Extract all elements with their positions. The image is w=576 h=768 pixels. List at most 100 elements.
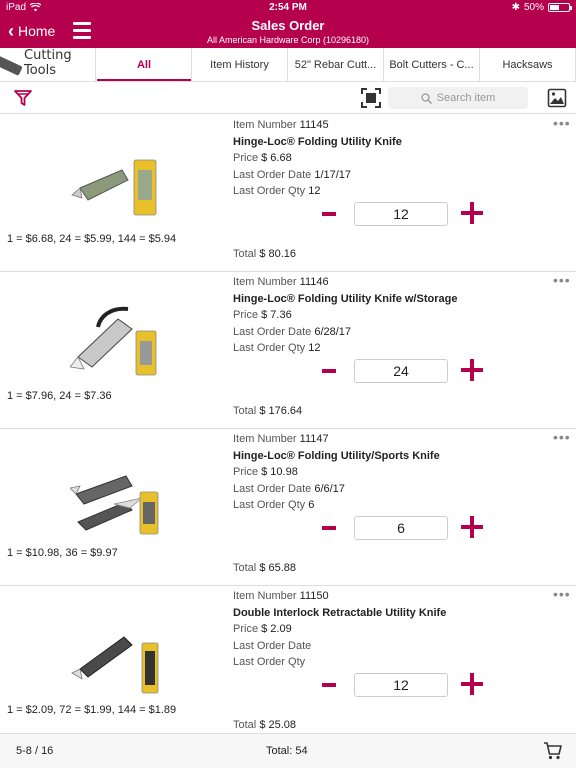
price-label: Price	[233, 466, 259, 479]
search-icon	[420, 92, 432, 104]
item-number: 11145	[299, 119, 329, 131]
product-image[interactable]	[70, 454, 170, 544]
total-label: Total	[233, 562, 257, 574]
item-row: 1 = $6.68, 24 = $5.99, 144 = $5.94 Item …	[0, 115, 576, 272]
item-price: $ 6.68	[261, 152, 292, 165]
quantity-input[interactable]	[354, 202, 448, 226]
price-label: Price	[233, 623, 259, 636]
quantity-input[interactable]	[354, 359, 448, 383]
tab-hacksaws[interactable]: Hacksaws	[480, 48, 576, 81]
last-order-qty: 12	[308, 342, 321, 355]
last-order-date-label: Last Order Date	[233, 639, 312, 652]
item-name: Hinge-Loc® Folding Utility/Sports Knife	[233, 449, 440, 462]
item-name: Double Interlock Retractable Utility Kni…	[233, 606, 447, 619]
decrease-quantity-button[interactable]	[322, 518, 336, 538]
bluetooth-icon: ✱	[511, 2, 520, 13]
category-label-line2: Tools	[24, 63, 57, 78]
item-total: Total $ 65.88	[233, 562, 296, 574]
image-toggle-icon[interactable]	[547, 88, 567, 108]
item-number-label: Item Number	[233, 119, 297, 131]
increase-quantity-button[interactable]	[461, 202, 483, 224]
total-label: Total	[233, 405, 257, 417]
product-image[interactable]	[70, 297, 170, 387]
last-order-qty-label: Last Order Qty	[233, 499, 306, 512]
last-order-qty: 6	[308, 499, 315, 512]
battery-fill	[550, 5, 559, 10]
item-row: 1 = $7.96, 24 = $7.36 Item Number 11146 …	[0, 272, 576, 429]
status-bar: iPad 2:54 PM ✱ 50%	[0, 0, 576, 16]
cart-icon[interactable]	[543, 741, 563, 761]
increase-quantity-button[interactable]	[461, 359, 483, 381]
item-total: Total $ 176.64	[233, 405, 302, 417]
last-order-date: 6/28/17	[314, 325, 352, 338]
page-title: Sales Order	[251, 18, 325, 33]
product-image[interactable]	[70, 611, 170, 701]
customer-subtitle: All American Hardware Corp (10296180)	[206, 35, 370, 45]
item-name: Hinge-Loc® Folding Utility Knife w/Stora…	[233, 292, 458, 305]
item-info: Item Number 11150 Double Interlock Retra…	[233, 588, 446, 671]
quantity-input[interactable]	[354, 516, 448, 540]
item-price: $ 7.36	[261, 309, 292, 322]
item-number-label: Item Number	[233, 590, 297, 602]
quantity-input[interactable]	[354, 673, 448, 697]
item-row: 1 = $2.09, 72 = $1.99, 144 = $1.89 Item …	[0, 586, 576, 733]
last-order-date: 6/6/17	[314, 482, 345, 495]
last-order-qty-label: Last Order Qty	[233, 342, 306, 355]
item-number: 11147	[299, 433, 329, 445]
total-label: Total	[233, 248, 257, 260]
search-input[interactable]: Search item	[388, 87, 528, 109]
item-info: Item Number 11146 Hinge-Loc® Folding Uti…	[233, 274, 457, 357]
category-logo[interactable]: Cutting Tools	[0, 48, 96, 81]
tab-bolt-cutters[interactable]: Bolt Cutters - C...	[384, 48, 480, 81]
barcode-scan-icon[interactable]	[361, 88, 381, 108]
tab-item-history[interactable]: Item History	[192, 48, 288, 81]
item-number-label: Item Number	[233, 433, 297, 445]
order-total: Total: 54	[266, 745, 308, 757]
item-row: 1 = $10.98, 36 = $9.97 Item Number 11147…	[0, 429, 576, 586]
filter-icon[interactable]	[13, 88, 33, 108]
decrease-quantity-button[interactable]	[322, 361, 336, 381]
footer-bar: 5-8 / 16 Total: 54	[0, 733, 576, 768]
item-price: $ 10.98	[261, 466, 298, 479]
tier-pricing: 1 = $2.09, 72 = $1.99, 144 = $1.89	[7, 704, 177, 716]
status-right: ✱ 50%	[511, 2, 572, 13]
decrease-quantity-button[interactable]	[322, 204, 336, 224]
toolbar: Search item	[0, 82, 576, 114]
tab-all[interactable]: All	[97, 48, 192, 81]
tier-pricing: 1 = $7.96, 24 = $7.36	[7, 390, 112, 402]
item-total-value: $ 65.88	[259, 562, 297, 574]
last-order-date-label: Last Order Date	[233, 168, 312, 181]
page-indicator: 5-8 / 16	[16, 745, 54, 757]
item-total-value: $ 80.16	[259, 248, 297, 260]
more-options-icon[interactable]: •••	[553, 430, 571, 444]
more-options-icon[interactable]: •••	[553, 116, 571, 130]
item-total-value: $ 176.64	[259, 405, 303, 417]
increase-quantity-button[interactable]	[461, 673, 483, 695]
product-image[interactable]	[70, 140, 170, 230]
more-options-icon[interactable]: •••	[553, 273, 571, 287]
battery-percent: 50%	[523, 2, 544, 13]
search-placeholder: Search item	[436, 92, 496, 104]
category-tabs: Cutting Tools All Item History 52" Rebar…	[0, 48, 576, 82]
last-order-date-label: Last Order Date	[233, 325, 312, 338]
knife-icon	[0, 54, 23, 76]
last-order-qty: 12	[308, 185, 321, 198]
price-label: Price	[233, 309, 259, 322]
decrease-quantity-button[interactable]	[322, 675, 336, 695]
last-order-date-label: Last Order Date	[233, 482, 312, 495]
total-label: Total	[233, 719, 257, 731]
category-label-line1: Cutting	[24, 48, 72, 63]
item-name: Hinge-Loc® Folding Utility Knife	[233, 135, 402, 148]
more-options-icon[interactable]: •••	[553, 587, 571, 601]
tier-pricing: 1 = $6.68, 24 = $5.99, 144 = $5.94	[7, 233, 177, 245]
tier-pricing: 1 = $10.98, 36 = $9.97	[7, 547, 118, 559]
last-order-qty-label: Last Order Qty	[233, 656, 306, 669]
item-info: Item Number 11145 Hinge-Loc® Folding Uti…	[233, 117, 402, 200]
item-number: 11150	[299, 590, 329, 602]
tab-rebar-cutters[interactable]: 52" Rebar Cutt...	[288, 48, 384, 81]
last-order-qty-label: Last Order Qty	[233, 185, 306, 198]
item-price: $ 2.09	[261, 623, 292, 636]
item-total-value: $ 25.08	[259, 719, 297, 731]
increase-quantity-button[interactable]	[461, 516, 483, 538]
nav-bar: ‹ Home Sales Order All American Hardware…	[0, 16, 576, 48]
